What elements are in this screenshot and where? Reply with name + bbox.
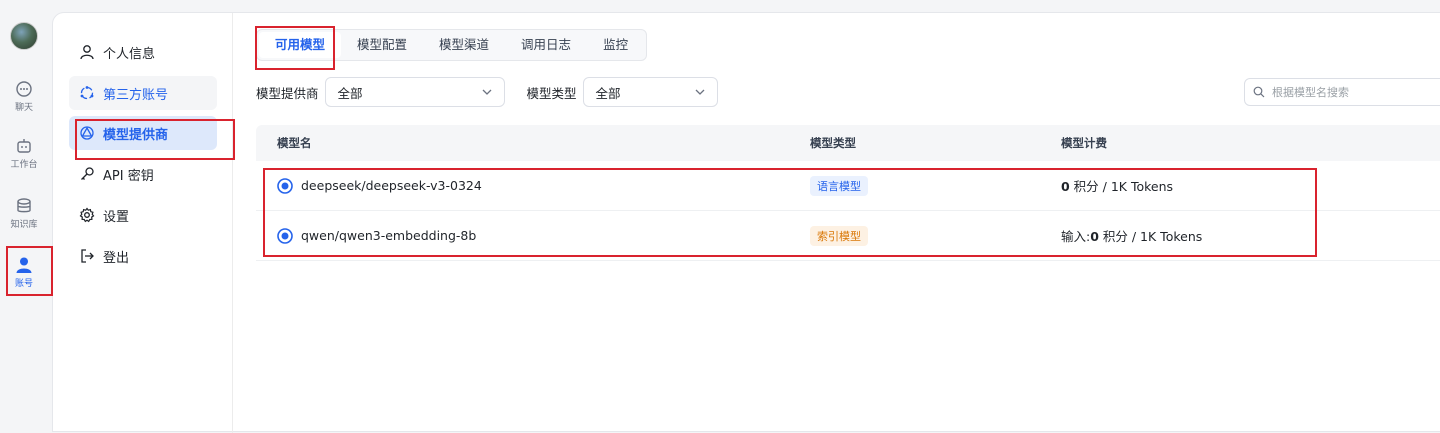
table-row[interactable]: qwen/qwen3-embedding-8b 索引模型 输入:0 积分 / 1… xyxy=(256,211,1440,261)
rail-item-label: 知识库 xyxy=(10,220,38,230)
sidenav-item-label: 登出 xyxy=(103,250,130,266)
gear-icon xyxy=(79,207,95,223)
chevron-down-icon xyxy=(482,89,491,95)
search-placeholder: 根据模型名搜索 xyxy=(1272,86,1349,99)
user-outline-icon xyxy=(80,45,94,60)
tab-call-logs[interactable]: 调用日志 xyxy=(505,32,587,58)
price-unit: 积分 / 1K Tokens xyxy=(1069,179,1174,194)
search-icon xyxy=(1253,86,1265,98)
model-pricing-cell: 0 积分 / 1K Tokens xyxy=(1061,176,1440,195)
sidenav-item-model-provider[interactable]: 模型提供商 xyxy=(69,116,217,150)
rail-item-label: 账号 xyxy=(14,279,33,289)
user-icon xyxy=(16,257,32,273)
sidenav-item-label: 第三方账号 xyxy=(103,87,169,103)
app-rail: 聊天 工作台 知识库 账号 xyxy=(0,0,52,423)
models-table: 模型名 模型类型 模型计费 deepseek/deepseek-v3-0324 … xyxy=(256,125,1440,261)
model-type-cell: 索引模型 xyxy=(810,225,1061,246)
model-name: deepseek/deepseek-v3-0324 xyxy=(301,178,482,193)
column-header-type: 模型类型 xyxy=(810,136,856,150)
robot-icon xyxy=(17,139,31,153)
rail-item-chat[interactable]: 聊天 xyxy=(0,80,48,113)
model-logo-icon xyxy=(277,227,293,244)
avatar[interactable] xyxy=(10,22,38,50)
provider-select[interactable]: 全部 xyxy=(324,77,505,107)
key-icon xyxy=(81,167,94,180)
main-panel: 个人信息 第三方账号 模型提供商 API 密钥 设置 登出 可用模型 模型配置 … xyxy=(52,12,1440,433)
model-type-cell: 语言模型 xyxy=(810,175,1061,196)
tab-model-channels[interactable]: 模型渠道 xyxy=(423,32,505,58)
rail-item-label: 聊天 xyxy=(14,103,33,113)
database-icon xyxy=(17,198,31,213)
provider-select-value: 全部 xyxy=(337,85,363,101)
rail-item-knowledge[interactable]: 知识库 xyxy=(0,197,48,230)
type-filter-label: 模型类型 xyxy=(526,85,577,101)
model-name-cell: qwen/qwen3-embedding-8b xyxy=(256,227,810,244)
tab-model-config[interactable]: 模型配置 xyxy=(341,32,423,58)
settings-sidenav: 个人信息 第三方账号 模型提供商 API 密钥 设置 登出 xyxy=(53,13,233,433)
sidenav-item-label: API 密钥 xyxy=(103,168,154,184)
content-area: 可用模型 模型配置 模型渠道 调用日志 监控 模型提供商 全部 模型类型 全部 … xyxy=(234,13,1440,433)
model-logo-icon xyxy=(277,177,293,194)
tab-bar: 可用模型 模型配置 模型渠道 调用日志 监控 xyxy=(256,29,648,61)
type-select[interactable]: 全部 xyxy=(582,77,718,107)
model-pricing-cell: 输入:0 积分 / 1K Tokens xyxy=(1061,226,1440,245)
model-type-badge: 语言模型 xyxy=(810,175,868,196)
rail-item-account[interactable]: 账号 xyxy=(0,256,48,289)
sidenav-item-label: 模型提供商 xyxy=(103,127,169,143)
logout-icon xyxy=(81,249,94,263)
sidenav-item-api-key[interactable]: API 密钥 xyxy=(69,157,217,191)
table-row[interactable]: deepseek/deepseek-v3-0324 语言模型 0 积分 / 1K… xyxy=(256,161,1440,211)
filter-bar: 模型提供商 全部 模型类型 全部 xyxy=(256,77,740,107)
provider-icon xyxy=(80,126,94,140)
price-prefix: 输入: xyxy=(1061,229,1091,244)
model-type-badge: 索引模型 xyxy=(810,225,868,246)
search-input[interactable]: 根据模型名搜索 xyxy=(1244,78,1440,106)
sidenav-item-label: 个人信息 xyxy=(103,46,156,62)
price-value: 0 xyxy=(1061,179,1070,194)
sidenav-item-profile[interactable]: 个人信息 xyxy=(69,35,217,69)
tab-monitoring[interactable]: 监控 xyxy=(587,32,644,58)
price-value: 0 xyxy=(1090,229,1099,244)
sidenav-item-label: 设置 xyxy=(103,209,130,225)
sidenav-item-third-party[interactable]: 第三方账号 xyxy=(69,76,217,110)
column-header-name: 模型名 xyxy=(277,136,312,150)
chat-icon xyxy=(16,81,32,97)
table-header: 模型名 模型类型 模型计费 xyxy=(256,125,1440,161)
provider-filter-label: 模型提供商 xyxy=(256,85,319,101)
share-icon xyxy=(80,86,94,100)
tab-available-models[interactable]: 可用模型 xyxy=(259,32,342,58)
type-select-value: 全部 xyxy=(595,85,621,101)
rail-item-workbench[interactable]: 工作台 xyxy=(0,137,48,170)
model-name-cell: deepseek/deepseek-v3-0324 xyxy=(256,177,810,194)
chevron-down-icon xyxy=(695,89,704,95)
model-name: qwen/qwen3-embedding-8b xyxy=(301,228,477,243)
price-unit: 积分 / 1K Tokens xyxy=(1098,229,1203,244)
sidenav-item-logout[interactable]: 登出 xyxy=(69,239,217,273)
sidenav-item-settings[interactable]: 设置 xyxy=(69,198,217,232)
column-header-pricing: 模型计费 xyxy=(1061,136,1107,150)
rail-item-label: 工作台 xyxy=(10,160,38,170)
